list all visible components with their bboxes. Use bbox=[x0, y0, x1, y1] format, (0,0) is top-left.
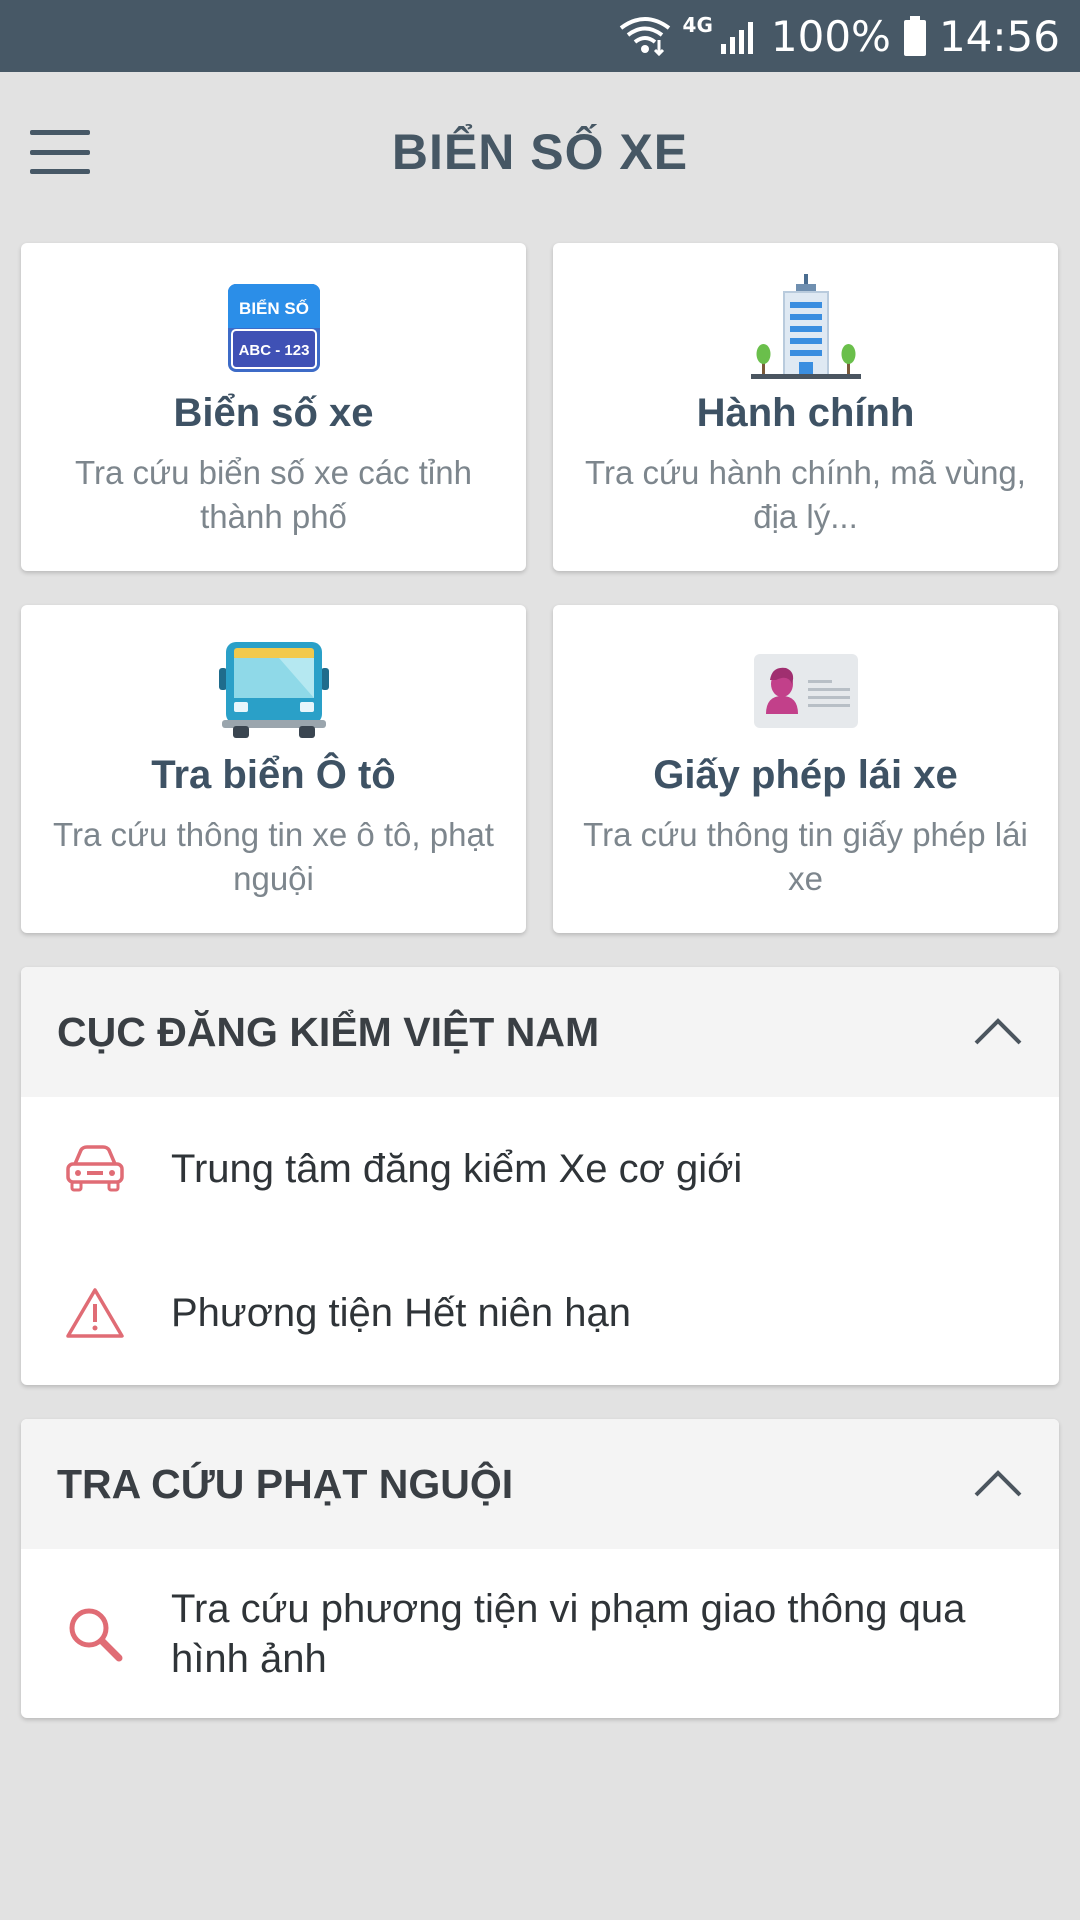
section-title: TRA CỨU PHẠT NGUỘI bbox=[57, 1460, 514, 1507]
status-bar: 4G 100% 14:56 bbox=[0, 0, 1080, 72]
list-item-violation-lookup[interactable]: Tra cứu phương tiện vi phạm giao thông q… bbox=[21, 1549, 1059, 1718]
card-driving-license[interactable]: Giấy phép lái xe Tra cứu thông tin giấy … bbox=[553, 605, 1058, 933]
section-fine-lookup: TRA CỨU PHẠT NGUỘI Tra cứu phương tiện v… bbox=[21, 1419, 1059, 1718]
battery-level: 100% bbox=[770, 11, 891, 61]
card-description: Tra cứu thông tin xe ô tô, phạt nguội bbox=[53, 816, 494, 897]
card-title: Hành chính bbox=[696, 391, 915, 435]
card-title: Biển số xe bbox=[173, 391, 374, 435]
building-icon bbox=[746, 273, 866, 383]
list-item-label: Tra cứu phương tiện vi phạm giao thông q… bbox=[171, 1586, 966, 1681]
app-bar: BIỂN SỐ XE bbox=[0, 72, 1080, 232]
battery-icon bbox=[903, 16, 927, 56]
bus-icon bbox=[214, 635, 334, 745]
card-car-lookup[interactable]: Tra biển Ô tô Tra cứu thông tin xe ô tô,… bbox=[21, 605, 526, 933]
list-item-label: Trung tâm đăng kiểm Xe cơ giới bbox=[171, 1147, 743, 1191]
chevron-up-icon bbox=[974, 1018, 1022, 1045]
card-license-plate[interactable]: BIỂN SỐ ABC - 123 Biển số xe Tra cứu biể… bbox=[21, 243, 526, 571]
car-icon bbox=[65, 1139, 125, 1199]
signal-icon bbox=[719, 18, 759, 54]
clock: 14:56 bbox=[938, 11, 1060, 61]
card-description: Tra cứu hành chính, mã vùng, địa lý... bbox=[585, 454, 1026, 535]
page-title: BIỂN SỐ XE bbox=[391, 124, 689, 180]
menu-button[interactable] bbox=[30, 130, 90, 174]
chevron-up-icon bbox=[974, 1470, 1022, 1497]
svg-text:ABC - 123: ABC - 123 bbox=[238, 342, 309, 359]
card-description: Tra cứu biển số xe các tỉnh thành phố bbox=[75, 454, 472, 535]
section-vehicle-registry: CỤC ĐĂNG KIỂM VIỆT NAM Trung tâm đăng ki… bbox=[21, 967, 1059, 1385]
section-header[interactable]: CỤC ĐĂNG KIỂM VIỆT NAM bbox=[21, 967, 1059, 1097]
card-title: Giấy phép lái xe bbox=[653, 753, 958, 797]
section-title: CỤC ĐĂNG KIỂM VIỆT NAM bbox=[57, 1008, 600, 1055]
list-item-expired-vehicles[interactable]: Phương tiện Hết niên hạn bbox=[21, 1241, 1059, 1385]
card-administrative[interactable]: Hành chính Tra cứu hành chính, mã vùng, … bbox=[553, 243, 1058, 571]
card-title: Tra biển Ô tô bbox=[151, 753, 396, 797]
search-icon bbox=[65, 1604, 125, 1664]
list-item-label: Phương tiện Hết niên hạn bbox=[171, 1291, 631, 1335]
menu-icon bbox=[30, 130, 90, 135]
svg-text:BIỂN SỐ: BIỂN SỐ bbox=[239, 298, 309, 318]
wifi-icon bbox=[619, 16, 671, 56]
card-description: Tra cứu thông tin giấy phép lái xe bbox=[583, 816, 1028, 897]
section-header[interactable]: TRA CỨU PHẠT NGUỘI bbox=[21, 1419, 1059, 1549]
id-card-icon bbox=[746, 635, 866, 745]
list-item-registry-center[interactable]: Trung tâm đăng kiểm Xe cơ giới bbox=[21, 1097, 1059, 1241]
license-plate-icon: BIỂN SỐ ABC - 123 bbox=[214, 273, 334, 383]
warning-icon bbox=[65, 1283, 125, 1343]
network-type: 4G bbox=[682, 13, 713, 37]
